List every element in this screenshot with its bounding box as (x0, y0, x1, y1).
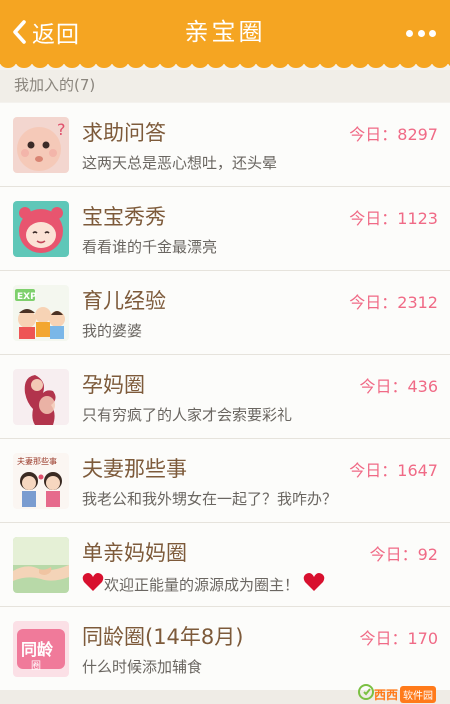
app-root: 返回 亲宝圈 我加入的(7) ? 求助问答 今日：8297 这两天总是恶心想吐，… (0, 0, 450, 704)
scallop-bump (288, 62, 304, 68)
baby-face-avatar-icon: ? (13, 117, 69, 173)
scallop-bump (80, 62, 96, 68)
joined-count-label: 我加入的(7) (14, 76, 96, 94)
scallop-bump (320, 62, 336, 68)
scallop-bump (368, 62, 384, 68)
page-title: 亲宝圈 (184, 18, 266, 46)
latest-post: 什么时候添加辅食 (82, 658, 203, 676)
circle-item-single-moms[interactable]: 单亲妈妈圈 今日：92 欢迎正能量的源源成为圈主！ (0, 523, 450, 607)
today-count: 今日：436 (359, 377, 438, 396)
top-bar: 返回 亲宝圈 (0, 0, 450, 64)
circle-item-baby-show[interactable]: 宝宝秀秀 今日：1123 看看谁的千金最漂亮 (0, 187, 450, 271)
scallop-bump (384, 62, 400, 68)
scallop-bump (304, 62, 320, 68)
more-dot-icon (429, 29, 436, 37)
scallop-bump (16, 62, 32, 68)
circle-name: 育儿经验 (82, 289, 166, 313)
latest-post-with-hearts: 欢迎正能量的源源成为圈主！ (82, 572, 325, 596)
svg-text:同龄: 同龄 (21, 640, 54, 659)
latest-post: 只有穷疯了的人家才会索要彩礼 (82, 406, 293, 424)
scallop-bump (0, 62, 16, 68)
scallop-bump (224, 62, 240, 68)
scallop-bump (48, 62, 64, 68)
today-count: 今日：92 (369, 545, 438, 564)
today-count: 今日：1123 (349, 209, 438, 228)
today-count: 今日：2312 (349, 293, 438, 312)
more-dot-icon (417, 29, 425, 37)
scallop-bump (128, 62, 144, 68)
scallop-bump (32, 62, 48, 68)
watermark-brand: 西西 (374, 687, 399, 702)
today-count: 今日：170 (359, 629, 438, 648)
scallop-bump (112, 62, 128, 68)
scallop-bump (336, 62, 352, 68)
latest-post: 我老公和我外甥女在一起了？我咋办？ (82, 490, 338, 508)
scallop-bump (256, 62, 272, 68)
scallop-bump (240, 62, 256, 68)
heart-icon (82, 572, 104, 596)
circle-name: 求助问答 (82, 121, 166, 145)
more-dot-icon (406, 29, 413, 37)
circle-list: ? 求助问答 今日：8297 这两天总是恶心想吐，还头晕 宝宝秀秀 今日：112… (0, 103, 450, 691)
scallop-bump (160, 62, 176, 68)
scallop-bump (176, 62, 192, 68)
circle-item-couples[interactable]: 夫妻那些事 夫妻那些事 今日：1647 我老公和我外甥女在一起了？我咋办？ (0, 439, 450, 523)
scallop-bump (192, 62, 208, 68)
circle-name: 同龄圈(14年8月) (82, 625, 244, 649)
svg-text:EXP: EXP (17, 292, 37, 302)
couple-cartoon-avatar-icon: 夫妻那些事 (13, 453, 69, 509)
scallop-bump (352, 62, 368, 68)
latest-post: 欢迎正能量的源源成为圈主！ (104, 575, 300, 594)
circle-name: 孕妈圈 (82, 373, 145, 397)
holding-hands-avatar-icon (13, 537, 69, 593)
more-options-button[interactable] (406, 24, 436, 42)
svg-text:夫妻那些事: 夫妻那些事 (17, 456, 57, 466)
pregnant-mother-avatar-icon (13, 369, 69, 425)
today-count: 今日：1647 (349, 461, 438, 480)
heart-icon (303, 572, 325, 596)
scallop-bump (272, 62, 288, 68)
cartoon-family-avatar-icon: EXP (13, 285, 69, 341)
circle-name: 宝宝秀秀 (82, 205, 166, 229)
scallop-bump (96, 62, 112, 68)
scallop-bump (400, 62, 416, 68)
same-age-badge-avatar-icon: 同龄 圈 (13, 621, 69, 677)
latest-post: 这两天总是恶心想吐，还头晕 (82, 154, 278, 172)
watermark: 西西 软件园 (358, 684, 448, 704)
circle-item-qa[interactable]: ? 求助问答 今日：8297 这两天总是恶心想吐，还头晕 (0, 103, 450, 187)
joined-section-header: 我加入的(7) (0, 70, 450, 102)
cartoon-baby-hood-avatar-icon (13, 201, 69, 257)
watermark-tag: 软件园 (400, 685, 437, 703)
circle-name: 夫妻那些事 (82, 457, 187, 481)
watermark-logo-icon (358, 684, 374, 704)
circle-item-same-age[interactable]: 同龄 圈 同龄圈(14年8月) 今日：170 什么时候添加辅食 (0, 607, 450, 691)
scallop-bump (416, 62, 432, 68)
latest-post: 我的婆婆 (82, 322, 143, 340)
scallop-bump (144, 62, 160, 68)
scallop-bump (432, 62, 448, 68)
today-count: 今日：8297 (349, 125, 438, 144)
circle-name: 单亲妈妈圈 (82, 541, 187, 565)
scallop-bump (64, 62, 80, 68)
circle-item-parenting[interactable]: EXP 育儿经验 今日：2312 我的婆婆 (0, 271, 450, 355)
circle-item-pregnant-moms[interactable]: 孕妈圈 今日：436 只有穷疯了的人家才会索要彩礼 (0, 355, 450, 439)
svg-text:?: ? (57, 120, 66, 139)
header-scallop-edge (0, 62, 450, 70)
svg-text:圈: 圈 (31, 660, 41, 672)
latest-post: 看看谁的千金最漂亮 (82, 238, 218, 256)
scallop-bump (208, 62, 224, 68)
